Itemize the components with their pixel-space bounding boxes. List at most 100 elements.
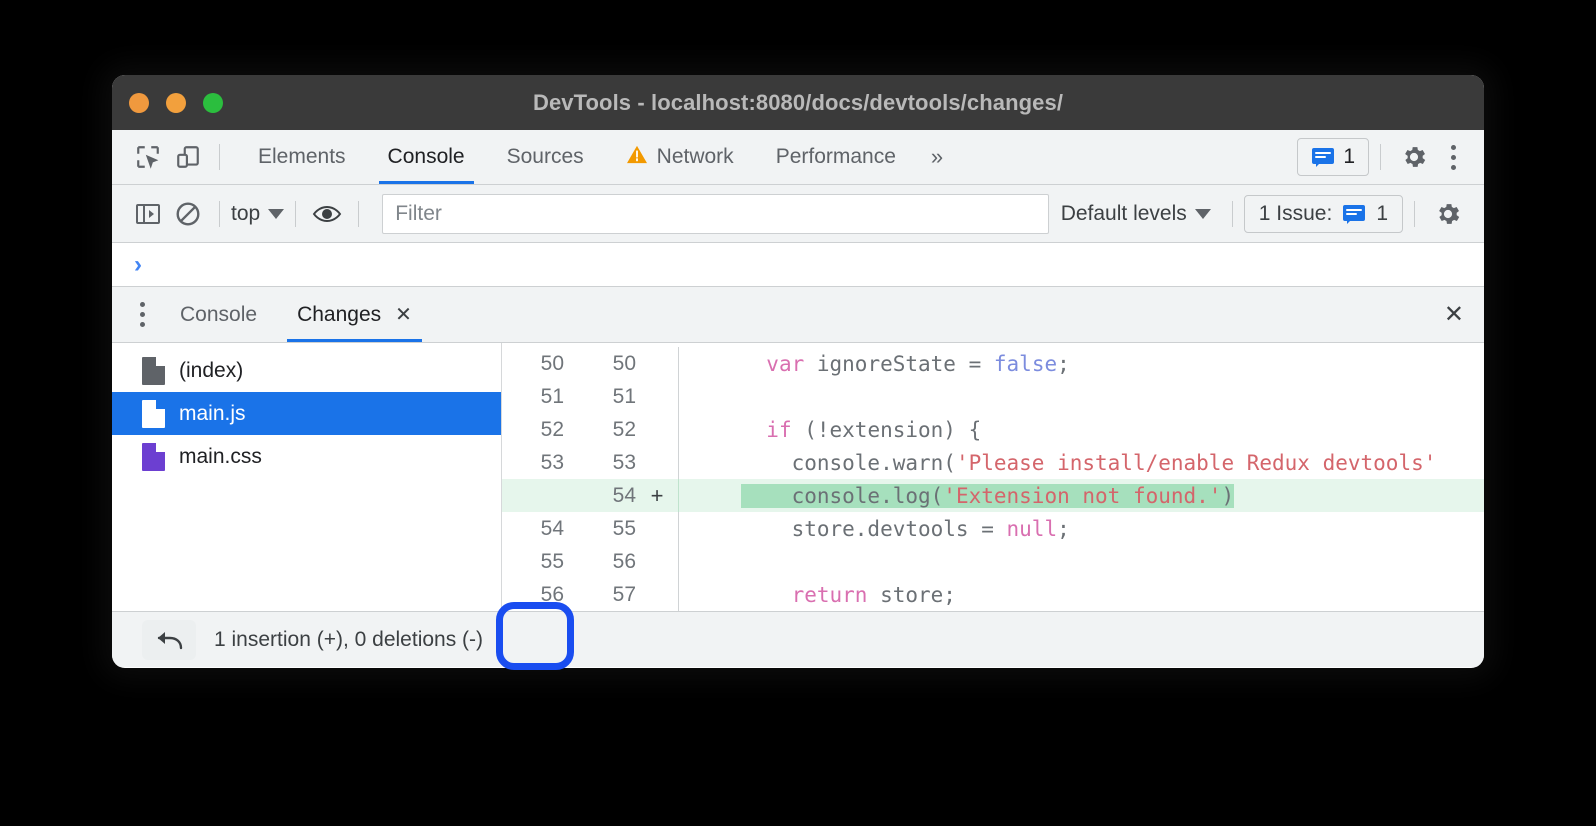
new-line-number: 56 [586,550,636,574]
diff-code: store.devtools = null; [679,517,1484,541]
drawer-tab-console-label: Console [180,303,257,327]
file-name-main-css: main.css [179,445,262,469]
new-line-number: 55 [586,517,636,541]
more-tabs-icon[interactable]: » [917,144,955,170]
css-file-icon [142,443,165,471]
code-token: console.log( [741,484,943,508]
old-line-number: 56 [514,583,564,607]
warning-triangle-icon [626,144,648,170]
console-prompt-row[interactable]: › [112,243,1484,287]
devtools-window: DevTools - localhost:8080/docs/devtools/… [112,75,1484,668]
toolbar-divider [219,144,220,170]
diff-code: var ignoreState = false; [679,352,1484,376]
console-settings-gear-icon[interactable] [1426,192,1470,236]
new-line-number: 54 [586,484,636,508]
device-toolbar-icon[interactable] [168,137,208,177]
table-row: 54 55 store.devtools = null; [502,512,1484,545]
code-keyword: return [792,583,868,607]
table-row: 56 57 return store; [502,578,1484,611]
code-token: (!extension) { [792,418,982,442]
tab-network[interactable]: Network [605,130,755,184]
js-file-icon [142,400,165,428]
tab-network-label: Network [657,145,734,169]
tab-performance[interactable]: Performance [755,130,917,184]
table-row: 50 50 var ignoreState = false; [502,347,1484,380]
console-toolbar: top Filter Default levels 1 Issue: [112,185,1484,243]
panel-tabs: Elements Console Sources Network [237,130,955,184]
code-token: console.warn( [741,451,956,475]
execution-context-selector[interactable]: top [231,202,284,226]
close-drawer-icon[interactable]: ✕ [1444,303,1464,327]
table-row: 52 52 if (!extension) { [502,413,1484,446]
devtools-main-toolbar: Elements Console Sources Network [112,130,1484,185]
inspect-element-icon[interactable] [128,137,168,177]
gear-icon[interactable] [1392,135,1436,179]
console-issues-button[interactable]: 1 Issue: 1 [1244,195,1403,233]
drawer-menu-icon[interactable] [124,292,160,338]
file-name-main-js: main.js [179,402,246,426]
close-changes-tab-icon[interactable]: ✕ [395,302,412,327]
code-token: store; [867,583,956,607]
console-toolbar-divider-1 [219,201,220,227]
new-line-number: 57 [586,583,636,607]
old-line-number: 52 [514,418,564,442]
code-token [741,352,766,376]
issues-counter-button[interactable]: 1 [1297,138,1369,176]
old-line-number: 55 [514,550,564,574]
new-line-number: 52 [586,418,636,442]
tab-elements[interactable]: Elements [237,130,367,184]
code-keyword: var [766,352,804,376]
file-name-index: (index) [179,359,243,383]
new-line-number: 53 [586,451,636,475]
screenshot-root: DevTools - localhost:8080/docs/devtools/… [0,0,1596,826]
changed-files-list: (index) main.js main.css [112,343,502,611]
chevron-down-icon-levels [1195,209,1211,219]
diff-gutter-divider [678,380,679,413]
table-row: 53 53 console.warn('Please install/enabl… [502,446,1484,479]
chevron-down-icon [268,209,284,219]
old-line-number: 51 [514,385,564,409]
drawer-tab-changes[interactable]: Changes ✕ [277,287,432,342]
maximize-window-button[interactable] [203,93,223,113]
clear-console-icon[interactable] [168,194,208,234]
tab-sources[interactable]: Sources [486,130,605,184]
toolbar-divider-2 [1380,144,1381,170]
minimize-window-button[interactable] [166,93,186,113]
diff-code: if (!extension) { [679,418,1484,442]
code-token: ; [1057,352,1070,376]
filter-input[interactable]: Filter [382,194,1049,234]
code-token: ) [1221,484,1234,508]
issue-bubble-icon-small [1342,203,1366,225]
list-item-main-css[interactable]: main.css [112,435,501,478]
document-icon [142,357,165,385]
code-keyword: if [766,418,791,442]
code-string: 'Extension not found.' [943,484,1221,508]
tab-console[interactable]: Console [367,130,486,184]
new-line-number: 50 [586,352,636,376]
diff-code: return store; [679,583,1484,607]
list-item-main-js[interactable]: main.js [112,392,501,435]
drawer-tabbar: Console Changes ✕ ✕ [112,287,1484,343]
close-window-button[interactable] [129,93,149,113]
execution-context-label: top [231,202,260,226]
code-keyword: null [1007,517,1058,541]
diff-summary-text: 1 insertion (+), 0 deletions (-) [214,628,483,652]
window-controls [112,93,223,113]
changes-footer: 1 insertion (+), 0 deletions (-) [112,611,1484,667]
log-levels-label: Default levels [1061,202,1187,226]
old-line-number: 50 [514,352,564,376]
console-sidebar-icon[interactable] [128,194,168,234]
window-title: DevTools - localhost:8080/docs/devtools/… [112,90,1484,116]
log-levels-selector[interactable]: Default levels [1061,202,1211,226]
revert-undo-icon[interactable] [142,620,196,660]
code-literal: false [994,352,1057,376]
kebab-menu-icon[interactable] [1436,135,1470,179]
code-token: ignoreState = [804,352,994,376]
toolbar-right-group: 1 [1297,135,1470,179]
live-expression-icon[interactable] [307,194,347,234]
list-item-index[interactable]: (index) [112,349,501,392]
tab-sources-label: Sources [507,145,584,169]
diff-viewer[interactable]: 50 50 var ignoreState = false; 51 51 52 [502,343,1484,611]
table-row-inserted: 54 + console.log('Extension not found.') [502,479,1484,512]
drawer-tab-console[interactable]: Console [160,287,277,342]
